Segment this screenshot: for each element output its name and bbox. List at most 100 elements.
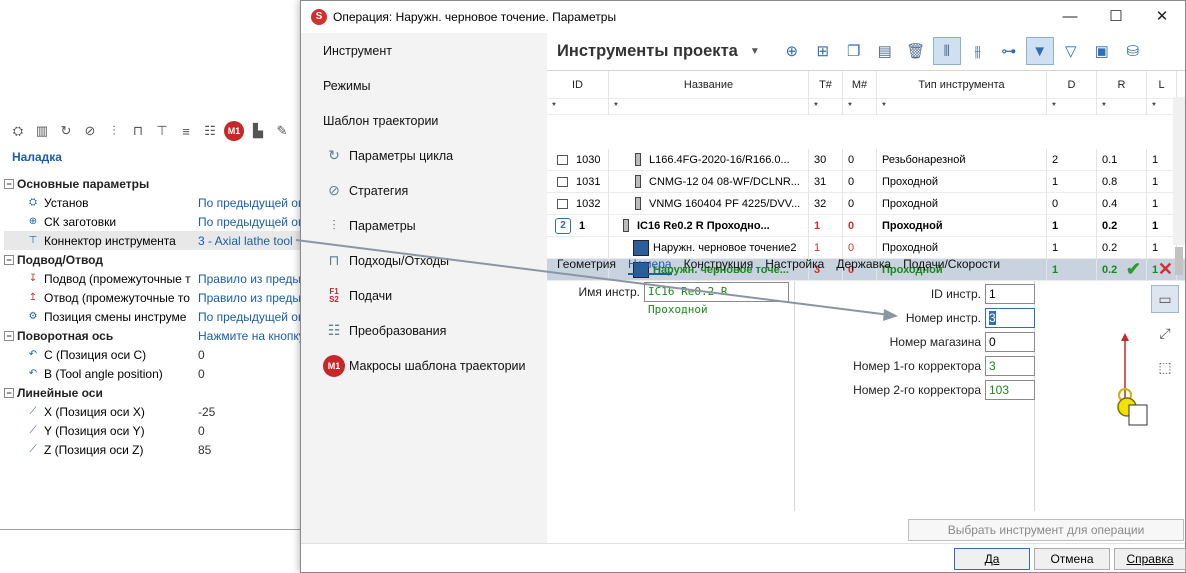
tab-2[interactable]: Конструкция — [684, 255, 754, 275]
add-tool-icon[interactable]: ⊕ — [778, 37, 806, 65]
tree-value[interactable]: -25 — [198, 405, 304, 419]
database-icon[interactable]: ⛁ — [1119, 37, 1147, 65]
expand-icon[interactable]: − — [4, 178, 14, 189]
tree-row[interactable]: ↶ C (Позиция оси C) 0 — [4, 345, 304, 364]
expand-icon[interactable]: − — [4, 330, 14, 341]
expand-icon[interactable]: − — [4, 387, 14, 398]
filter-cell[interactable]: * — [809, 98, 843, 115]
tree-value[interactable]: Правило из предыду — [198, 291, 304, 305]
parameters-icon[interactable]: ⫶ — [104, 121, 124, 141]
id-field[interactable]: 1 — [985, 284, 1035, 304]
tree-row[interactable]: ↶ B (Tool angle position) 0 — [4, 364, 304, 383]
tree-value[interactable]: По предыдущей опе — [198, 215, 304, 229]
tree-value[interactable]: 0 — [198, 424, 304, 438]
table-row[interactable]: 1032 VNMG 160404 PF 4225/DVV... 32 0 Проходн… — [547, 192, 1185, 215]
tool-icon[interactable]: ⊤ — [152, 121, 172, 141]
tree-group[interactable]: − Линейные оси — [4, 383, 304, 402]
macro-icon[interactable]: M1 — [224, 121, 244, 141]
nav-item-4[interactable]: ⊘ Стратегия — [301, 173, 547, 208]
holder-view-icon[interactable]: ⫵ — [964, 37, 992, 65]
tree-group[interactable]: − Основные параметры — [4, 174, 304, 193]
nav-item-8[interactable]: ☷ Преобразования — [301, 313, 547, 348]
tree-row[interactable]: ⊕ СК заготовки По предыдущей опе — [4, 212, 304, 231]
tab-0[interactable]: Геометрия — [557, 255, 616, 275]
nav-item-0[interactable]: Инструмент — [301, 33, 547, 68]
tree-value[interactable]: 85 — [198, 443, 304, 457]
holder-icon[interactable]: ▙ — [248, 121, 268, 141]
help-button[interactable]: Справка — [1114, 548, 1186, 570]
tool-view-icon[interactable]: ⫴ — [932, 37, 961, 65]
filter-cell[interactable]: * — [1097, 98, 1147, 115]
table-row[interactable]: 1031 CNMG-12 04 08-WF/DCLNR... 31 0 Проходно… — [547, 170, 1185, 193]
toolbox-icon[interactable]: ▣ — [1088, 37, 1116, 65]
cancel-icon[interactable]: ✕ — [1158, 259, 1173, 280]
cancel-button[interactable]: Отмена — [1034, 548, 1110, 570]
tree-row[interactable]: ⟋ X (Позиция оси X) -25 — [4, 402, 304, 421]
filter-cell[interactable]: * — [843, 98, 877, 115]
nav-item-9[interactable]: M1 Макросы шаблона траектории — [301, 348, 547, 383]
close-button[interactable]: ✕ — [1139, 1, 1185, 31]
table-row[interactable]: 1030 L166.4FG-2020-16/R166.0... 30 0 Резьбон… — [547, 148, 1185, 171]
column-header[interactable]: Название — [609, 71, 809, 99]
column-header[interactable]: D — [1047, 71, 1097, 99]
add-tool-2-icon[interactable]: ⊞ — [809, 37, 837, 65]
approach-icon[interactable]: ⊓ — [128, 121, 148, 141]
tree-row[interactable]: ⚙ Позиция смены инструме По предыдущей опе — [4, 307, 304, 326]
tab-1[interactable]: Номера — [627, 255, 672, 275]
wrench-icon[interactable]: ✎ — [272, 121, 292, 141]
minimize-button[interactable]: — — [1047, 1, 1093, 31]
tree-row[interactable]: ⊤ Коннектор инструмента 3 - Axial lathe to… — [4, 231, 304, 250]
tree-group[interactable]: − Поворотная ось Нажмите на кнопку — [4, 326, 304, 345]
filter-cell[interactable]: * — [877, 98, 1047, 115]
table-scrollbar[interactable] — [1173, 97, 1185, 275]
filter-2-icon[interactable]: ▽ — [1057, 37, 1085, 65]
tool-name-field[interactable]: IC16 Re0.2 R Проходной — [644, 282, 789, 316]
chevron-down-icon[interactable]: ▼ — [750, 46, 760, 57]
ok-button[interactable]: Да — [954, 548, 1030, 570]
tree-value[interactable]: По предыдущей опе — [198, 196, 304, 210]
tree-row[interactable]: ⟋ Z (Позиция оси Z) 85 — [4, 440, 304, 459]
tool-number-field[interactable]: 3 — [985, 308, 1035, 328]
machine-icon[interactable]: ⛭ — [8, 121, 28, 141]
cycle-icon[interactable]: ↻ — [56, 121, 76, 141]
tab-4[interactable]: Державка — [836, 255, 891, 275]
tree-row[interactable]: ⛭ Установ По предыдущей опе — [4, 193, 304, 212]
tree-value[interactable]: 3 - Axial lathe tool — [198, 234, 304, 248]
tree-value[interactable]: По предыдущей опе — [198, 310, 304, 324]
scrollbar-thumb[interactable] — [1175, 247, 1183, 275]
tree-group[interactable]: − Подвод/Отвод — [4, 250, 304, 269]
corrector2-field[interactable]: 103 — [985, 380, 1035, 400]
corrector1-field[interactable]: 3 — [985, 356, 1035, 376]
tab-3[interactable]: Настройка — [765, 255, 824, 275]
nav-item-6[interactable]: ⊓ Подходы/Отходы — [301, 243, 547, 278]
tree-row[interactable]: ↥ Отвод (промежуточные то Правило из преды… — [4, 288, 304, 307]
column-header[interactable]: ID — [547, 71, 609, 99]
expand-icon[interactable]: − — [4, 254, 14, 265]
tree-row[interactable]: ⟋ Y (Позиция оси Y) 0 — [4, 421, 304, 440]
filter-cell[interactable]: * — [547, 98, 609, 115]
paste-icon[interactable]: ▤ — [871, 37, 899, 65]
fit-view-icon[interactable]: ⤢ — [1151, 319, 1179, 347]
delete-icon[interactable]: 🗑 — [902, 37, 930, 65]
magazine-field[interactable]: 0 — [985, 332, 1035, 352]
tool-shape-icon[interactable]: ▭ — [1151, 285, 1179, 313]
tree-value[interactable]: Нажмите на кнопку — [198, 329, 304, 343]
transform-icon[interactable]: ☷ — [200, 121, 220, 141]
filter-icon[interactable]: ▼ — [1025, 37, 1054, 65]
filter-cell[interactable]: * — [1047, 98, 1097, 115]
tree-value[interactable]: 0 — [198, 348, 304, 362]
select-tool-button[interactable]: Выбрать инструмент для операции — [908, 519, 1184, 541]
column-header[interactable]: L — [1147, 71, 1177, 99]
tab-5[interactable]: Подачи/Скорости — [903, 255, 1000, 275]
copy-icon[interactable]: ❐ — [840, 37, 868, 65]
tree-value[interactable]: 0 — [198, 367, 304, 381]
column-header[interactable]: R — [1097, 71, 1147, 99]
workpiece-icon[interactable]: ▥ — [32, 121, 52, 141]
tree-value[interactable]: Правило из предыду — [198, 272, 304, 286]
column-header[interactable]: T# — [809, 71, 843, 99]
nav-item-7[interactable]: F1 S2 Подачи — [301, 278, 547, 313]
nav-item-2[interactable]: Шаблон траектории — [301, 103, 547, 138]
table-row[interactable]: 2 1 IC16 Re0.2 R Проходно... 1 0 Проходной 1 0.… — [547, 214, 1185, 237]
strategy-icon[interactable]: ⊘ — [80, 121, 100, 141]
nav-item-3[interactable]: ↻ Параметры цикла — [301, 138, 547, 173]
